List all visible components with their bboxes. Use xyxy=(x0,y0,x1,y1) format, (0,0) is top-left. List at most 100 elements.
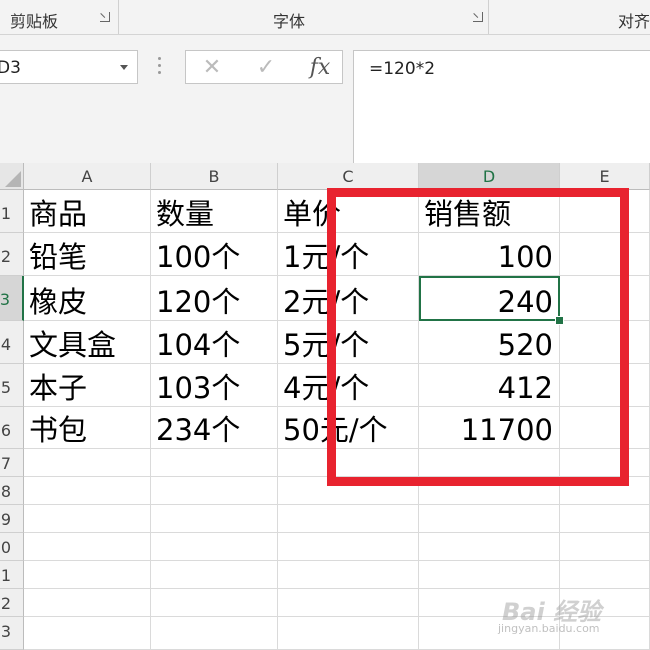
empty-cell[interactable] xyxy=(151,561,278,589)
formula-buttons: ✕ ✓ fx xyxy=(185,50,343,84)
empty-cell[interactable] xyxy=(151,505,278,533)
cell-d1[interactable]: 销售额 xyxy=(419,190,560,233)
empty-cell[interactable] xyxy=(24,505,151,533)
empty-cell[interactable] xyxy=(419,533,560,561)
column-header-c[interactable]: C xyxy=(278,163,419,190)
cell-e6[interactable] xyxy=(560,407,650,449)
cell-d3[interactable]: 240 xyxy=(419,276,560,321)
check-icon[interactable]: ✓ xyxy=(246,51,286,83)
font-group-label: 字体 xyxy=(273,12,306,31)
formula-input[interactable]: =120*2 xyxy=(353,50,650,164)
empty-cell[interactable] xyxy=(419,449,560,477)
row-header-11[interactable]: 11 xyxy=(0,561,24,589)
watermark-url: jingyan.baidu.com xyxy=(498,622,600,635)
row-header-3[interactable]: 3 xyxy=(0,276,24,321)
empty-cell[interactable] xyxy=(560,505,650,533)
column-header-d[interactable]: D xyxy=(419,163,560,190)
row-header-2[interactable]: 2 xyxy=(0,233,24,276)
chevron-down-icon[interactable] xyxy=(120,65,128,70)
cell-e1[interactable] xyxy=(560,190,650,233)
empty-cell[interactable] xyxy=(278,589,419,617)
cell-b2[interactable]: 100个 xyxy=(151,233,278,276)
empty-cell[interactable] xyxy=(419,561,560,589)
cell-a2[interactable]: 铅笔 xyxy=(24,233,151,276)
clipboard-group-label: 剪贴板 xyxy=(10,12,59,31)
empty-cell[interactable] xyxy=(24,533,151,561)
cell-d4[interactable]: 520 xyxy=(419,321,560,364)
cell-b5[interactable]: 103个 xyxy=(151,364,278,407)
formula-bar: D3 ✕ ✓ fx =120*2 xyxy=(0,35,650,164)
alignment-group-label: 对齐 xyxy=(618,12,650,31)
empty-cell[interactable] xyxy=(419,505,560,533)
empty-cell[interactable] xyxy=(151,449,278,477)
cell-c3[interactable]: 2元/个 xyxy=(278,276,419,321)
group-divider xyxy=(118,0,119,34)
empty-cell[interactable] xyxy=(24,589,151,617)
cell-a5[interactable]: 本子 xyxy=(24,364,151,407)
row-header-6[interactable]: 6 xyxy=(0,407,24,449)
cell-e5[interactable] xyxy=(560,364,650,407)
empty-cell[interactable] xyxy=(278,505,419,533)
empty-cell[interactable] xyxy=(278,617,419,650)
empty-cell[interactable] xyxy=(278,533,419,561)
column-header-a[interactable]: A xyxy=(24,163,151,190)
cell-b4[interactable]: 104个 xyxy=(151,321,278,364)
row-header-5[interactable]: 5 xyxy=(0,364,24,407)
clipboard-dialog-launcher-icon[interactable] xyxy=(100,12,110,22)
column-header-e[interactable]: E xyxy=(560,163,650,190)
empty-cell[interactable] xyxy=(560,477,650,505)
cell-e2[interactable] xyxy=(560,233,650,276)
empty-cell[interactable] xyxy=(151,477,278,505)
empty-cell[interactable] xyxy=(560,449,650,477)
vertical-dots-icon[interactable] xyxy=(158,57,162,77)
empty-cell[interactable] xyxy=(419,477,560,505)
empty-cell[interactable] xyxy=(278,561,419,589)
cell-d5[interactable]: 412 xyxy=(419,364,560,407)
empty-cell[interactable] xyxy=(24,617,151,650)
empty-cell[interactable] xyxy=(560,533,650,561)
insert-function-icon[interactable]: fx xyxy=(300,51,340,83)
fill-handle[interactable] xyxy=(555,316,564,325)
row-header-7[interactable]: 7 xyxy=(0,449,24,477)
cell-a6[interactable]: 书包 xyxy=(24,407,151,449)
row-header-9[interactable]: 9 xyxy=(0,505,24,533)
row-header-1[interactable]: 1 xyxy=(0,190,24,233)
cell-a4[interactable]: 文具盒 xyxy=(24,321,151,364)
cell-c5[interactable]: 4元/个 xyxy=(278,364,419,407)
cell-e4[interactable] xyxy=(560,321,650,364)
cell-d2[interactable]: 100 xyxy=(419,233,560,276)
empty-cell[interactable] xyxy=(560,561,650,589)
row-header-12[interactable]: 12 xyxy=(0,589,24,617)
empty-cell[interactable] xyxy=(151,589,278,617)
group-divider xyxy=(488,0,489,34)
cell-b1[interactable]: 数量 xyxy=(151,190,278,233)
cell-b6[interactable]: 234个 xyxy=(151,407,278,449)
name-box[interactable]: D3 xyxy=(0,50,138,84)
close-icon[interactable]: ✕ xyxy=(192,51,232,83)
cell-a1[interactable]: 商品 xyxy=(24,190,151,233)
name-box-value: D3 xyxy=(0,58,21,78)
empty-cell[interactable] xyxy=(278,449,419,477)
spreadsheet-grid: A B C D E 1 2 3 4 5 6 7 8 9 10 11 12 13 … xyxy=(0,163,650,650)
cell-c2[interactable]: 1元/个 xyxy=(278,233,419,276)
font-dialog-launcher-icon[interactable] xyxy=(473,12,483,22)
cell-c4[interactable]: 5元/个 xyxy=(278,321,419,364)
cell-d6[interactable]: 11700 xyxy=(419,407,560,449)
cell-a3[interactable]: 橡皮 xyxy=(24,276,151,321)
select-all-button[interactable] xyxy=(0,163,24,190)
cell-b3[interactable]: 120个 xyxy=(151,276,278,321)
empty-cell[interactable] xyxy=(151,617,278,650)
row-header-4[interactable]: 4 xyxy=(0,321,24,364)
column-header-b[interactable]: B xyxy=(151,163,278,190)
row-header-10[interactable]: 10 xyxy=(0,533,24,561)
cell-c6[interactable]: 50元/个 xyxy=(278,407,419,449)
row-header-8[interactable]: 8 xyxy=(0,477,24,505)
cell-e3[interactable] xyxy=(560,276,650,321)
row-header-13[interactable]: 13 xyxy=(0,617,24,650)
empty-cell[interactable] xyxy=(278,477,419,505)
empty-cell[interactable] xyxy=(151,533,278,561)
cell-c1[interactable]: 单价 xyxy=(278,190,419,233)
empty-cell[interactable] xyxy=(24,449,151,477)
empty-cell[interactable] xyxy=(24,477,151,505)
empty-cell[interactable] xyxy=(24,561,151,589)
